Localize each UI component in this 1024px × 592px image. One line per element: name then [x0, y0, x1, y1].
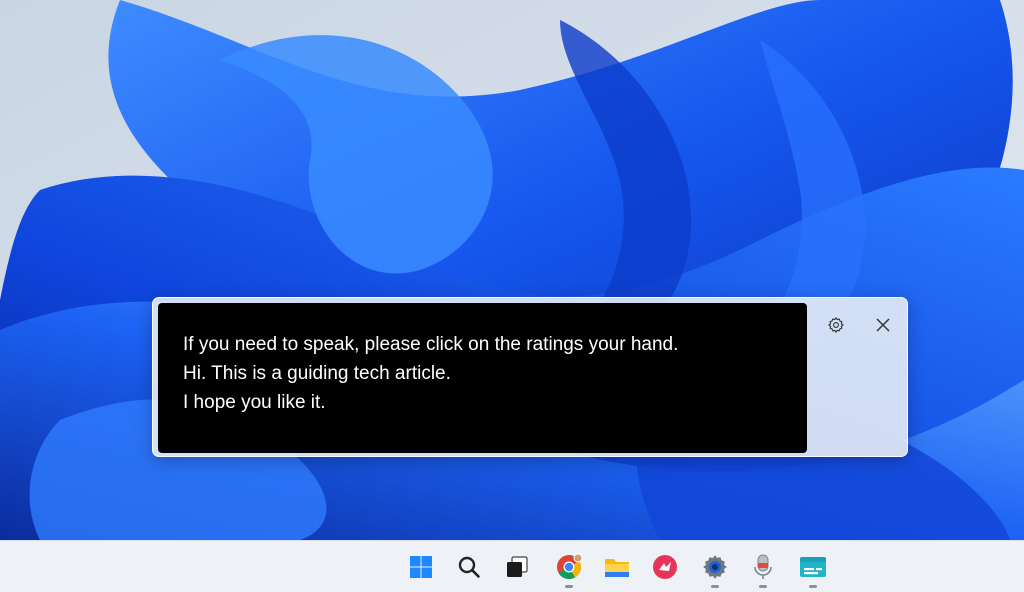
taskbar-task-view-button[interactable]	[500, 549, 534, 585]
caption-text-area: If you need to speak, please click on th…	[158, 303, 807, 453]
taskbar-settings-button[interactable]	[698, 549, 732, 588]
close-icon	[876, 318, 890, 332]
running-indicator	[759, 585, 767, 588]
taskbar-search-button[interactable]	[452, 549, 486, 585]
taskbar-voice-recorder-button[interactable]	[746, 549, 780, 588]
chrome-icon	[557, 553, 583, 580]
running-indicator	[565, 585, 573, 588]
folder-icon	[605, 559, 629, 577]
settings-gear-icon	[703, 555, 727, 579]
running-indicator	[809, 585, 817, 588]
caption-line: I hope you like it.	[183, 392, 326, 413]
caption-line: Hi. This is a guiding tech article.	[183, 363, 451, 384]
microphone-icon	[754, 554, 772, 579]
taskbar-chrome-button[interactable]	[552, 549, 586, 588]
captions-icon	[800, 557, 826, 577]
bloom-wallpaper-image	[0, 0, 1024, 540]
red-app-icon	[653, 555, 677, 579]
captions-close-button[interactable]	[868, 310, 898, 340]
taskbar-red-app-button[interactable]	[648, 549, 682, 585]
live-captions-window: If you need to speak, please click on th…	[152, 297, 908, 457]
gear-icon	[828, 317, 844, 333]
taskbar-file-explorer-button[interactable]	[600, 549, 634, 585]
desktop-wallpaper	[0, 0, 1024, 540]
running-indicator	[711, 585, 719, 588]
taskbar	[0, 540, 1024, 592]
search-icon	[458, 556, 480, 578]
taskbar-live-captions-button[interactable]	[796, 549, 830, 588]
taskbar-start-button[interactable]	[404, 549, 438, 585]
caption-line: If you need to speak, please click on th…	[183, 334, 679, 355]
captions-settings-button[interactable]	[821, 310, 851, 340]
task-view-icon	[507, 556, 528, 577]
windows-logo-icon	[410, 556, 432, 578]
